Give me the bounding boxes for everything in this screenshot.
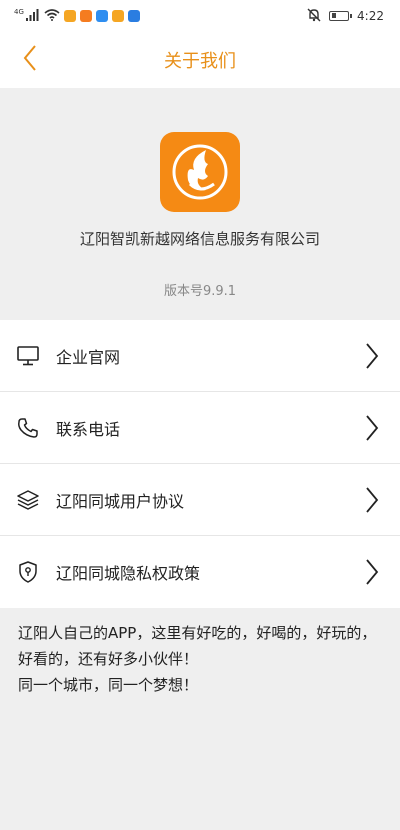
status-bar: 4G 4:22 — [0, 0, 400, 32]
status-right: 4:22 — [307, 8, 384, 25]
version-label: 版本号9.9.1 — [163, 284, 237, 299]
chevron-right-icon — [364, 414, 380, 442]
battery-icon — [329, 11, 353, 21]
app-notification-icon — [111, 10, 124, 22]
navigation-bar: 关于我们 — [0, 32, 400, 88]
menu-item-label: 联系电话 — [56, 419, 121, 439]
app-logo — [160, 132, 240, 212]
signal-icon — [25, 8, 40, 24]
menu-item-label: 辽阳同城用户协议 — [56, 491, 185, 511]
mute-icon — [307, 8, 321, 25]
menu-item-label: 企业官网 — [56, 347, 121, 367]
menu-item-label: 辽阳同城隐私权政策 — [56, 564, 201, 583]
app-notification-icon — [95, 10, 108, 22]
app-notification-icon — [63, 10, 76, 22]
layers-icon — [16, 488, 40, 512]
footer-line-2: 同一个城市，同一个梦想！ — [18, 676, 199, 694]
menu-list: 企业官网 联系电话 辽阳同城用户协议 辽阳同城隐私权政策 — [0, 320, 400, 608]
wifi-icon — [44, 8, 60, 24]
app-notification-icon — [79, 10, 92, 22]
app-notification-icon — [127, 10, 140, 22]
status-left: 4G — [14, 7, 140, 24]
flame-logo-icon — [172, 144, 228, 200]
chevron-left-icon — [22, 44, 38, 76]
page-title: 关于我们 — [164, 51, 236, 72]
about-header: 辽阳智凯新越网络信息服务有限公司 版本号9.9.1 — [0, 88, 400, 320]
chevron-right-icon — [364, 342, 380, 370]
chevron-right-icon — [364, 558, 380, 586]
menu-item-user-agreement[interactable]: 辽阳同城用户协议 — [0, 464, 400, 536]
menu-item-privacy-policy[interactable]: 辽阳同城隐私权政策 — [0, 536, 400, 608]
footer-description: 辽阳人自己的APP，这里有好吃的，好喝的，好玩的，好看的，还有好多小伙伴！ 同一… — [18, 620, 386, 698]
company-name: 辽阳智凯新越网络信息服务有限公司 — [79, 230, 320, 248]
menu-item-website[interactable]: 企业官网 — [0, 320, 400, 392]
monitor-icon — [16, 344, 40, 368]
back-button[interactable] — [14, 44, 46, 76]
network-type: 4G — [14, 7, 24, 16]
phone-icon — [16, 416, 40, 440]
footer-line-1: 辽阳人自己的APP，这里有好吃的，好喝的，好玩的，好看的，还有好多小伙伴！ — [18, 624, 377, 668]
shield-icon — [16, 560, 40, 584]
chevron-right-icon — [364, 486, 380, 514]
menu-item-phone[interactable]: 联系电话 — [0, 392, 400, 464]
clock: 4:22 — [357, 9, 384, 23]
